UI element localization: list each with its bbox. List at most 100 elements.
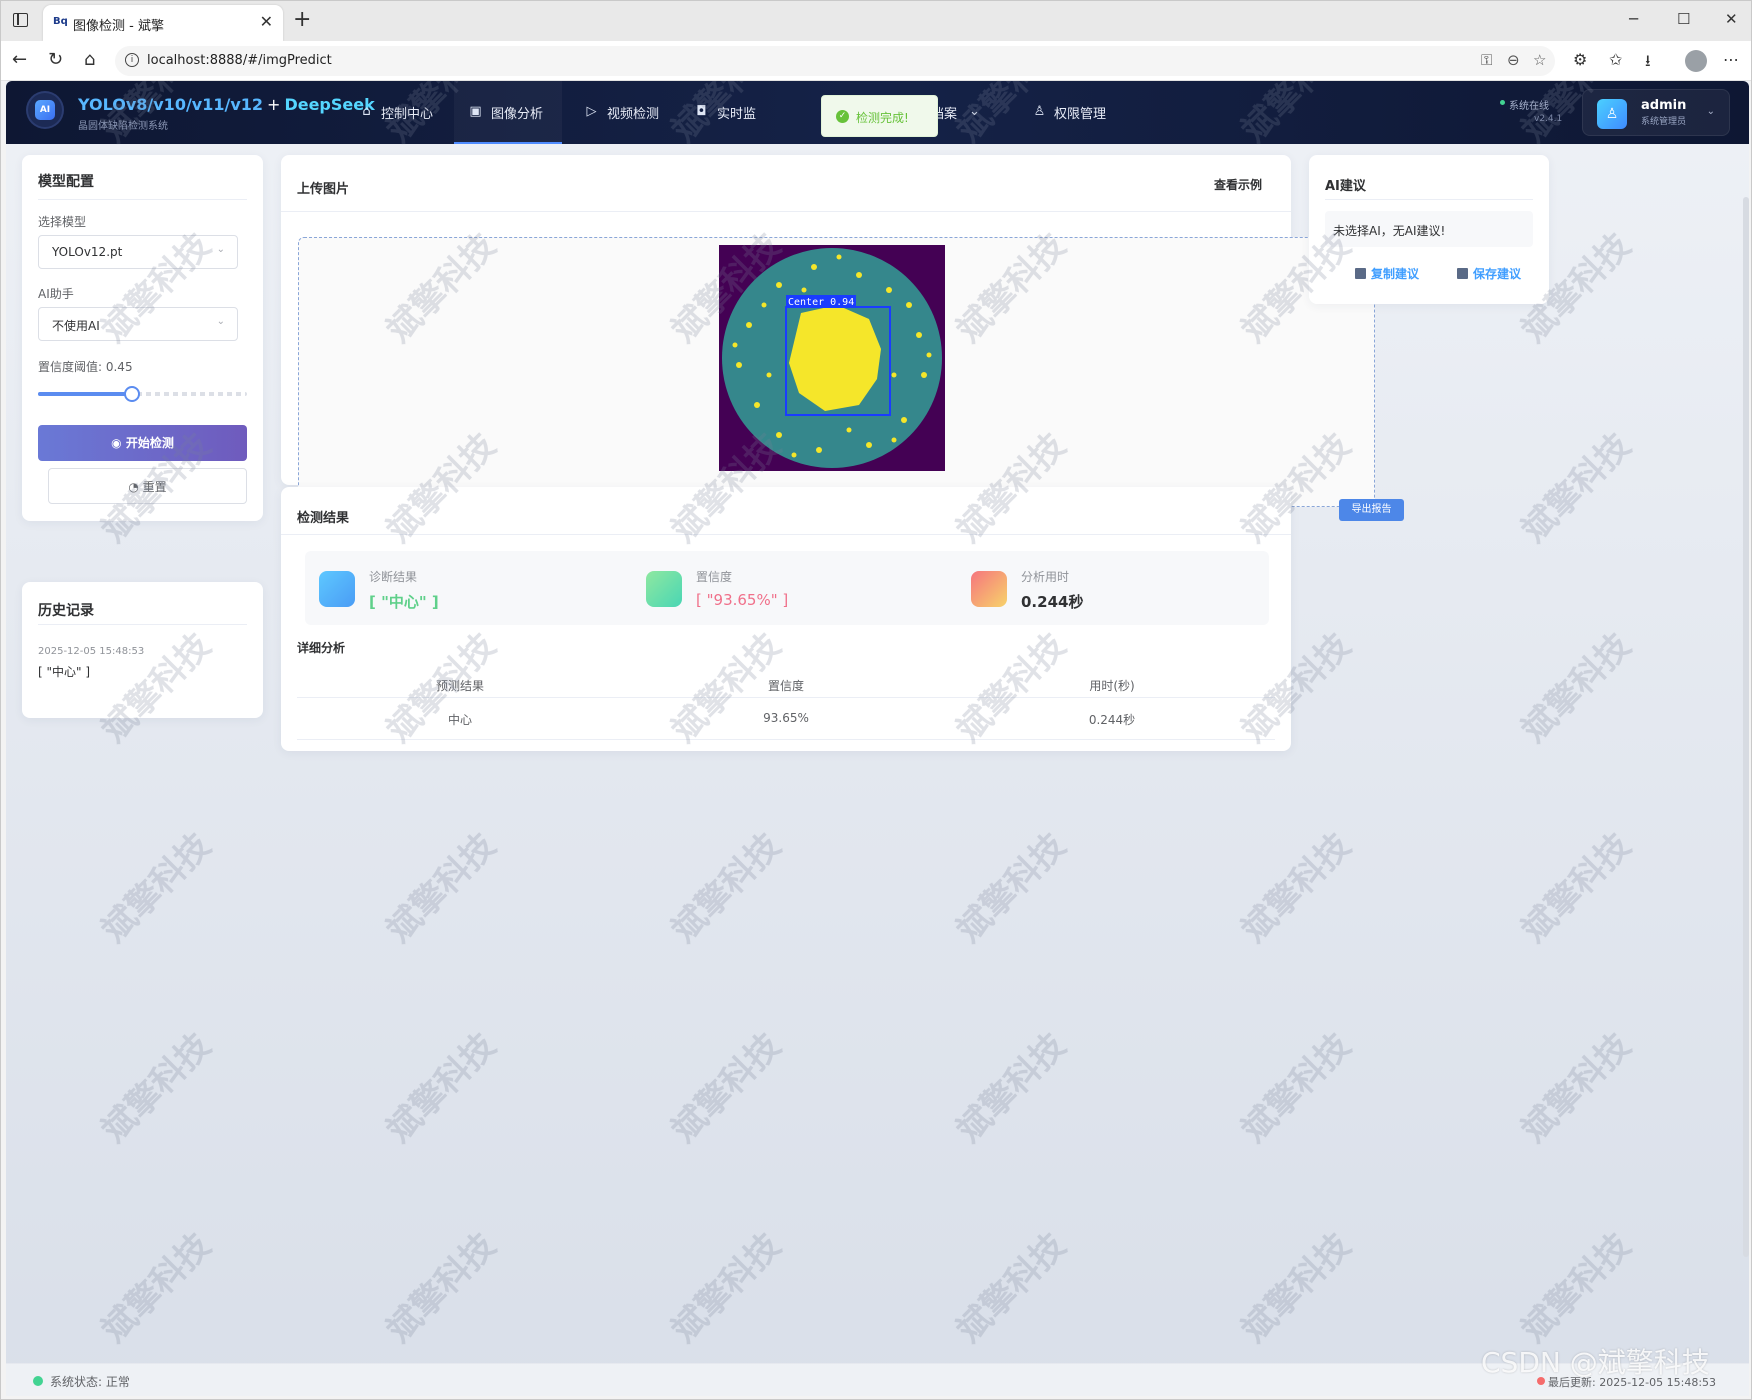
- nav-dashboard[interactable]: ⌂ 控制中心: [351, 81, 443, 144]
- browser-tab[interactable]: Bq 图像检测 - 斌擎 ✕: [43, 5, 283, 41]
- brand-subtitle: 晶圆体缺陷检测系统: [78, 121, 168, 132]
- watermark-text: 斌擎科技: [1514, 1025, 1639, 1151]
- threshold-slider-thumb[interactable]: [124, 386, 141, 402]
- new-tab-icon[interactable]: +: [293, 7, 311, 32]
- nav-label: 控制中心: [381, 107, 434, 122]
- image-icon: ▣: [469, 104, 482, 119]
- nav-label: 实时监: [717, 107, 757, 122]
- copy-suggestion-button[interactable]: 复制建议: [1355, 265, 1419, 282]
- table-row[interactable]: 中心 93.65% 0.244秒: [297, 698, 1275, 738]
- nav-archive[interactable]: 档案 ⌄: [931, 81, 991, 144]
- back-icon[interactable]: ←: [12, 49, 27, 70]
- model-select-value: YOLOv12.pt: [52, 245, 123, 259]
- corner-watermark: CSDN @斌擎科技: [1481, 1346, 1710, 1379]
- system-status: 系统状态: 正常: [50, 1375, 130, 1389]
- close-tab-icon[interactable]: ✕: [260, 12, 273, 31]
- ai-select[interactable]: 不使用AI ⌄: [38, 307, 238, 341]
- logo-text: AI: [35, 100, 55, 120]
- home-icon: ⌂: [362, 104, 371, 119]
- stat-key: 分析用时: [1021, 570, 1070, 584]
- nav-video[interactable]: ▷ 视频检测: [574, 81, 674, 144]
- reset-button[interactable]: ◔ 重置: [48, 468, 247, 504]
- divider: [281, 534, 1291, 535]
- reset-label: 重置: [142, 480, 167, 494]
- detail-title: 详细分析: [297, 641, 346, 655]
- minimize-icon[interactable]: ─: [1629, 10, 1638, 28]
- nav-permissions[interactable]: ♙ 权限管理: [1026, 81, 1126, 144]
- view-example-link[interactable]: 查看示例: [1214, 176, 1262, 193]
- refresh-icon[interactable]: ↻: [48, 49, 63, 70]
- site-info-icon[interactable]: i: [125, 53, 139, 67]
- extensions-icon[interactable]: ⚙: [1573, 50, 1587, 69]
- start-icon: ◉: [111, 436, 126, 450]
- detection-result-image: Center 0.94: [719, 245, 945, 471]
- timer-icon: [971, 571, 1007, 607]
- tab-strip: Bq 图像检测 - 斌擎 ✕ + ─ ☐ ✕: [1, 1, 1751, 41]
- app-version: v2.4.1: [1534, 114, 1563, 124]
- user-role: 系统管理员: [1641, 117, 1687, 127]
- threshold-label: 置信度阈值: 0.45: [38, 360, 133, 374]
- export-report-button[interactable]: 导出报告: [1339, 499, 1404, 521]
- watermark-text: 斌擎科技: [379, 825, 504, 951]
- ai-title: AI建议: [1325, 179, 1366, 194]
- divider: [38, 199, 247, 200]
- chevron-down-icon: ⌄: [1706, 106, 1715, 117]
- stat-confidence: 置信度 [ "93.65%" ]: [632, 551, 978, 625]
- copy-icon: [1355, 268, 1366, 279]
- model-select[interactable]: YOLOv12.pt ⌄: [38, 235, 238, 269]
- watermark-text: 斌擎科技: [379, 1225, 504, 1351]
- watermark-text: 斌擎科技: [1514, 1225, 1639, 1351]
- watermark-text: 斌擎科技: [949, 1225, 1074, 1351]
- brand-plus: +: [267, 95, 281, 114]
- divider: [1325, 199, 1533, 200]
- divider: [281, 211, 1291, 212]
- user-menu[interactable]: ♙ admin 系统管理员 ⌄: [1582, 89, 1730, 136]
- tab-favicon-icon: Bq: [53, 16, 68, 27]
- save-label: 保存建议: [1473, 267, 1522, 281]
- upload-dropzone[interactable]: Center 0.94: [298, 237, 1375, 507]
- watermark-text: 斌擎科技: [664, 825, 789, 951]
- favorite-star-icon[interactable]: ☆: [1533, 51, 1546, 69]
- zoom-icon[interactable]: ⊖: [1507, 51, 1520, 69]
- history-card: 历史记录 2025-12-05 15:48:53 [ "中心" ]: [22, 582, 263, 718]
- threshold-slider-fill: [38, 392, 133, 396]
- watermark-text: 斌擎科技: [1514, 425, 1639, 551]
- nav-label: 权限管理: [1054, 107, 1107, 122]
- history-title: 历史记录: [38, 603, 94, 619]
- watermark-text: 斌擎科技: [664, 1025, 789, 1151]
- close-window-icon[interactable]: ✕: [1725, 10, 1738, 28]
- save-suggestion-button[interactable]: 保存建议: [1457, 265, 1521, 282]
- favorites-icon[interactable]: ✩: [1609, 50, 1622, 69]
- table-cell: 中心: [447, 713, 472, 727]
- app-header: AI YOLOv8/v10/v11/v12 + DeepSeek 晶圆体缺陷检测系统…: [6, 81, 1749, 144]
- key-icon[interactable]: ⚿: [1481, 51, 1492, 69]
- start-detection-button[interactable]: ◉ 开始检测: [38, 425, 247, 461]
- history-item[interactable]: 2025-12-05 15:48:53 [ "中心" ]: [38, 646, 247, 686]
- stat-diagnosis: 诊断结果 [ "中心" ]: [305, 551, 651, 625]
- nav-image-analysis[interactable]: ▣ 图像分析: [454, 81, 562, 144]
- watermark-text: 斌擎科技: [1234, 825, 1359, 951]
- watermark-text: 斌擎科技: [949, 1025, 1074, 1151]
- watermark-text: 斌擎科技: [94, 825, 219, 951]
- brand-title: YOLOv8/v10/v11/v12 + DeepSeek: [78, 95, 375, 114]
- nav-realtime[interactable]: ◘ 实时监: [686, 81, 786, 144]
- upload-title: 上传图片: [297, 182, 350, 197]
- watermark-text: 斌擎科技: [949, 825, 1074, 951]
- divider: [38, 624, 247, 625]
- model-label: 选择模型: [38, 215, 87, 229]
- download-icon[interactable]: ⭳: [1645, 50, 1651, 77]
- watermark-text: 斌擎科技: [379, 1025, 504, 1151]
- home-icon[interactable]: ⌂: [84, 49, 95, 70]
- window-menu-icon[interactable]: [13, 13, 28, 27]
- maximize-icon[interactable]: ☐: [1677, 10, 1690, 28]
- address-bar[interactable]: i localhost:8888/#/imgPredict ⚿ ⊖ ☆: [115, 46, 1555, 76]
- ai-message: 未选择AI，无AI建议!: [1333, 224, 1446, 238]
- results-title: 检测结果: [297, 511, 350, 526]
- more-icon[interactable]: ⋯: [1723, 50, 1739, 69]
- model-config-card: 模型配置 选择模型 YOLOv12.pt ⌄ AI助手 不使用AI ⌄ 置信度阈…: [22, 155, 263, 521]
- page-scrollbar[interactable]: [1743, 197, 1749, 1257]
- profile-avatar[interactable]: [1685, 50, 1707, 72]
- nav-label: 图像分析: [491, 107, 544, 122]
- watermark-text: 斌擎科技: [1514, 625, 1639, 751]
- check-icon: ✓: [836, 110, 849, 123]
